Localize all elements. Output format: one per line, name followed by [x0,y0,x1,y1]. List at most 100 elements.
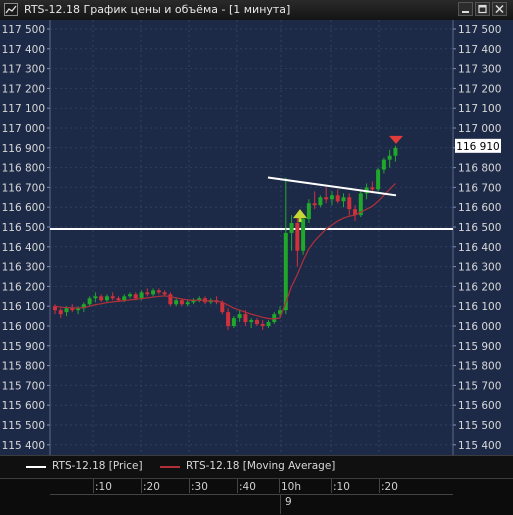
candle-body [133,294,138,299]
candle-body [318,197,323,206]
price-tick-label-left: 116 500 [2,222,45,234]
price-tick-label-left: 115 500 [2,420,45,432]
time-tick-separator [237,479,238,493]
price-tick-label-right: 115 800 [458,361,501,373]
price-tick-label-right: 116 000 [458,321,501,333]
candle-body [116,298,121,301]
time-tick-separator [189,479,190,493]
price-tick-label-left: 115 800 [2,361,45,373]
candle-body [110,296,115,299]
candle-body [156,290,161,293]
price-tick-label-left: 116 200 [2,281,45,293]
price-tick-label-left: 117 400 [2,44,45,56]
price-legend-label: RTS-12.18 [Price] [52,460,143,472]
price-tick-label-left: 116 700 [2,182,45,194]
candle-body [260,324,265,326]
ma-legend-swatch [160,466,180,468]
time-tick-label: :10 [333,481,350,493]
time-tick-separator [279,479,280,493]
candle-body [295,223,300,251]
time-tick-label: 10h [281,481,302,493]
price-tick-label-left: 116 800 [2,163,45,175]
price-tick-label-left: 115 400 [2,440,45,452]
time-tick-label: :20 [381,481,398,493]
candle-body [87,298,92,305]
window-title: RTS-12.18 График цены и объёма - [1 мину… [24,3,291,16]
price-tick-label-right: 117 500 [458,24,501,36]
maximize-button[interactable] [475,2,490,16]
buy-arrow-stem [298,218,302,223]
price-tick-label-left: 116 400 [2,242,45,254]
time-axis-divider [50,494,453,495]
candle-body [335,195,340,202]
price-tick-label-right: 116 500 [458,222,501,234]
candle-body [312,203,317,206]
price-tick-label-right: 116 400 [458,242,501,254]
candle-body [347,197,352,210]
candle-body [254,320,259,325]
candle-body [341,197,346,202]
time-tick-separator [379,479,380,493]
price-tick-label-left: 116 300 [2,262,45,274]
price-tick-label-right: 115 600 [458,400,501,412]
price-tick-label-left: 115 700 [2,380,45,392]
price-tick-label-left: 115 900 [2,341,45,353]
chart-window: RTS-12.18 График цены и объёма - [1 мину… [0,0,513,515]
candle-body [93,296,98,299]
candle-body [266,322,271,326]
title-bar[interactable]: RTS-12.18 График цены и объёма - [1 мину… [0,0,513,21]
candle-body [64,308,69,313]
price-tick-label-left: 117 300 [2,64,45,76]
time-tick-separator [331,479,332,493]
candle-body [58,310,63,315]
close-button[interactable] [492,2,507,16]
candle-body [237,314,242,319]
price-legend-swatch [26,466,46,468]
candle-body [393,147,398,156]
price-tick-label-left: 116 900 [2,143,45,155]
candle-body [168,294,173,305]
time-tick-label: :30 [191,481,208,493]
price-tick-label-left: 116 000 [2,321,45,333]
candle-body [381,159,386,170]
candle-body [376,169,381,190]
price-tick-label-left: 117 200 [2,83,45,95]
current-price-label: 116 910 [456,141,499,153]
candle-body [249,320,254,323]
price-chart-svg[interactable]: 117 500 117 500 117 400 117 400 117 300 117 3… [0,20,513,455]
price-tick-label-right: 116 600 [458,202,501,214]
candle-body [301,219,306,251]
price-tick-label-right: 117 400 [458,44,501,56]
price-tick-label-right: 115 900 [458,341,501,353]
price-chart[interactable]: 117 500 117 500 117 400 117 400 117 300 117 3… [0,20,513,455]
candle-body [324,197,329,200]
price-tick-label-right: 116 200 [458,281,501,293]
date-label: 9 [285,496,292,508]
chart-app-icon [4,3,18,16]
minimize-button[interactable] [458,2,473,16]
candle-body [104,296,109,301]
minimize-icon [462,11,469,13]
candle-body [128,294,133,297]
candle-body [185,302,190,305]
price-tick-label-left: 116 600 [2,202,45,214]
price-tick-label-right: 117 000 [458,123,501,135]
candle-body [226,312,231,326]
price-tick-label-left: 117 000 [2,123,45,135]
price-tick-label-right: 117 100 [458,103,501,115]
candle-body [179,300,184,305]
candle-body [289,223,294,233]
plot-background [50,20,453,455]
candle-body [370,187,375,190]
price-tick-label-right: 117 300 [458,64,501,76]
candle-body [243,314,248,323]
price-tick-label-right: 116 300 [458,262,501,274]
candle-body [151,290,156,295]
candle-body [99,296,104,301]
price-tick-label-right: 115 700 [458,380,501,392]
candle-body [162,292,167,295]
price-tick-label-right: 116 800 [458,163,501,175]
time-tick-separator [93,479,94,493]
time-tick-label: :10 [95,481,112,493]
price-tick-label-left: 116 100 [2,301,45,313]
